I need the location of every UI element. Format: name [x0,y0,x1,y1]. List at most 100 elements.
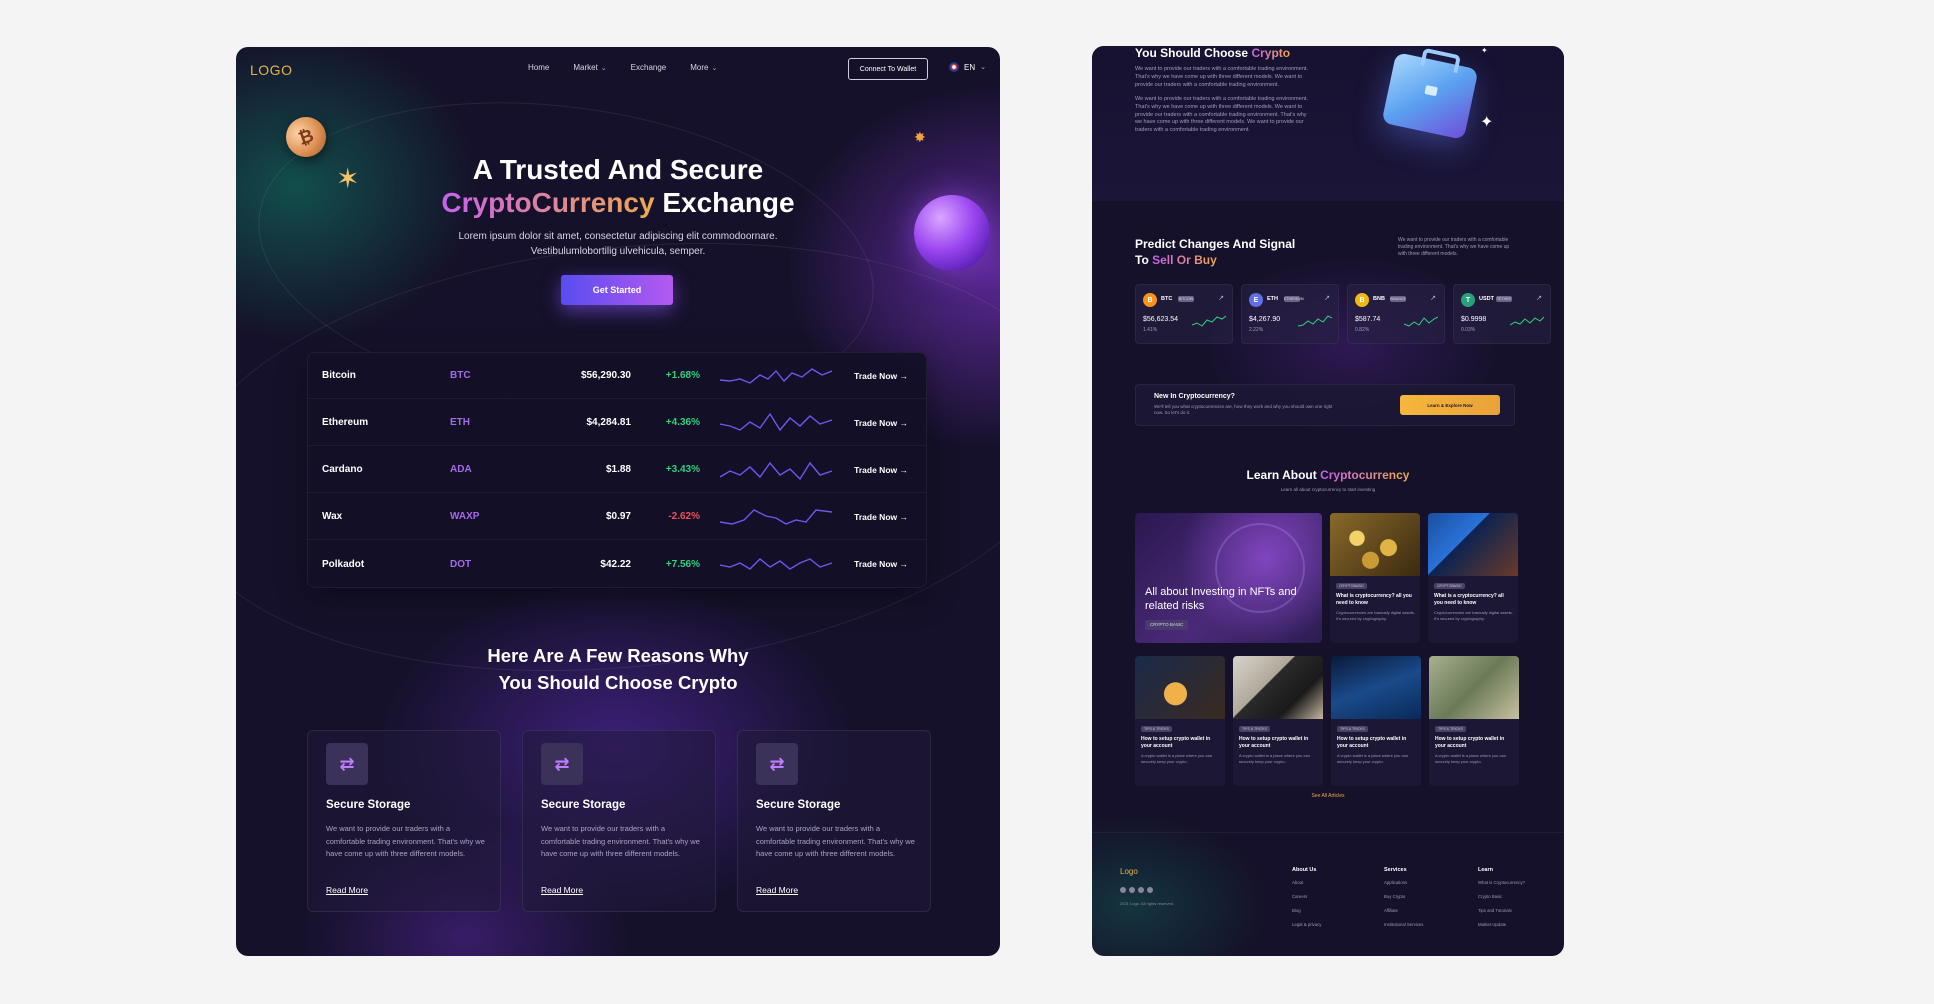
arrow-up-right-icon[interactable]: ↗ [1536,294,1542,302]
article-tag: TIPS & TRICKS [1239,726,1270,732]
instagram-icon[interactable] [1120,887,1126,893]
table-row[interactable]: Polkadot DOT $42.22 +7.56% Trade Now → [308,541,926,587]
footer-link[interactable]: Blog [1292,908,1321,913]
see-all-articles-link[interactable]: See All Articles [1092,793,1564,799]
trade-now-link[interactable]: Trade Now → [854,418,908,428]
footer-link[interactable]: What is Cryptocurrency? [1478,880,1525,885]
article-tag: CRYPTOBASIC [1336,583,1367,589]
article-desc: Cryptocurrencies are basically digital a… [1434,610,1513,621]
read-more-link[interactable]: Read More [541,885,583,895]
article-title: What is a cryptocurrency? all you need t… [1434,593,1504,606]
coin-badge: TETHER [1496,296,1512,302]
facebook-icon[interactable] [1129,887,1135,893]
arrow-up-right-icon[interactable]: ↗ [1430,294,1436,302]
read-more-link[interactable]: Read More [326,885,368,895]
language-selector[interactable]: EN ⌄ [949,62,986,72]
choose-title: You Should Choose Crypto [1135,46,1290,60]
coin-change: 0.03% [1461,327,1476,333]
nav-link-exchange[interactable]: Exchange [631,63,667,72]
coin-symbol: WAXP [450,511,480,522]
article-card[interactable]: TIPS & TRICKS How to setup crypto wallet… [1331,656,1421,786]
twitter-icon[interactable] [1138,887,1144,893]
footer-link[interactable]: About [1292,880,1321,885]
nav-link-more[interactable]: More ⌄ [690,63,717,72]
hero-subtitle: Lorem ipsum dolor sit amet, consectetur … [236,229,1000,259]
coin-change: 1.41% [1143,327,1158,333]
footer-link[interactable]: Affiliate [1384,908,1423,913]
footer-logo[interactable]: Logo [1120,867,1138,876]
btc-icon: B [1143,293,1157,307]
feature-card-title: Secure Storage [756,799,841,811]
article-card[interactable]: TIPS & TRICKS How to setup crypto wallet… [1135,656,1225,786]
coin-price: $4,267.90 [1249,316,1281,323]
connect-wallet-button[interactable]: Connect To Wallet [848,58,928,80]
article-desc: A crypto wallet is a place where you can… [1239,753,1310,764]
sparkle-icon: ✸ [914,129,926,145]
article-desc: A crypto wallet is a place where you can… [1435,753,1506,764]
article-card[interactable]: TIPS & TRICKS How to setup crypto wallet… [1429,656,1519,786]
coin-price-card[interactable]: B BTC BITCOIN ↗ $56,623.54 1.41% [1135,284,1233,344]
trade-now-link[interactable]: Trade Now → [854,559,908,569]
get-started-button[interactable]: Get Started [561,275,673,305]
top-nav: LOGO Home Market ⌄ Exchange More ⌄ Connect… [236,47,1000,93]
youtube-icon[interactable] [1147,887,1153,893]
arrow-up-right-icon[interactable]: ↗ [1324,294,1330,302]
table-row[interactable]: Ethereum ETH $4,284.81 +4.36% Trade Now … [308,400,926,446]
article-card[interactable]: CRYPTOBASIC What is a cryptocurrency? al… [1428,513,1518,643]
sparkline-chart [1404,316,1438,327]
table-row[interactable]: Bitcoin BTC $56,290.30 +1.68% Trade Now … [308,353,926,399]
coin-name: Wax [322,511,343,522]
article-title: All about Investing in NFTs and related … [1145,586,1297,612]
logo[interactable]: LOGO [250,62,292,78]
nav-link-market[interactable]: Market ⌄ [573,63,606,72]
footer-link[interactable]: Buy Crypto [1384,894,1423,899]
trade-now-link[interactable]: Trade Now → [854,371,908,381]
choose-title-text: You Should Choose [1135,46,1249,60]
featured-article-card[interactable]: All about Investing in NFTs and related … [1135,513,1322,643]
arrow-up-right-icon[interactable]: ↗ [1218,294,1224,302]
feature-card: ⇄ Secure Storage We want to provide our … [522,730,716,912]
trade-now-link[interactable]: Trade Now → [854,512,908,522]
coin-symbol: BTC [450,370,471,381]
footer-link[interactable]: Legal & privacy [1292,922,1321,927]
trade-now-link[interactable]: Trade Now → [854,465,908,475]
coin-price-card[interactable]: E ETH ETHEREUM ↗ $4,267.90 2.22% [1241,284,1339,344]
footer-link[interactable]: Market Update [1478,922,1525,927]
coin-change: -2.62% [668,511,700,522]
learn-title-text: Learn About [1246,468,1317,482]
table-row[interactable]: Cardano ADA $1.88 +3.43% Trade Now → [308,447,926,493]
footer-link[interactable]: Institutional Services [1384,922,1423,927]
coin-name: Bitcoin [322,370,356,381]
usdt-icon: T [1461,293,1475,307]
nav-links: Home Market ⌄ Exchange More ⌄ [528,63,717,72]
article-desc: A crypto wallet is a place where you can… [1337,753,1408,764]
market-ticker-table: Bitcoin BTC $56,290.30 +1.68% Trade Now … [307,352,927,588]
footer-link[interactable]: Careers [1292,894,1321,899]
feature-card: ⇄ Secure Storage We want to provide our … [737,730,931,912]
bitcoin-image [1135,656,1225,719]
article-title: How to setup crypto wallet in your accou… [1337,736,1407,749]
learn-explore-button[interactable]: Learn & Explore Now [1400,395,1500,415]
hero-subtitle-line2: Vestibulumlobortilig ulvehicula, semper. [530,246,706,257]
article-card[interactable]: TIPS & TRICKS How to setup crypto wallet… [1233,656,1323,786]
read-more-link[interactable]: Read More [756,885,798,895]
table-row[interactable]: Wax WAXP $0.97 -2.62% Trade Now → [308,494,926,540]
coin-price-card[interactable]: B BNB BINANCE ↗ $587.74 0.82% [1347,284,1445,344]
coin-price-card[interactable]: T USDT TETHER ↗ $0.9998 0.03% [1453,284,1551,344]
feature-card-desc: We want to provide our traders with a co… [326,824,485,858]
sparkline-chart [720,558,832,570]
coin-change: 2.22% [1249,327,1264,333]
article-card[interactable]: CRYPTOBASIC What is cryptocurrency? all … [1330,513,1420,643]
footer-link[interactable]: Tips and Tutorials [1478,908,1525,913]
uk-flag-icon [949,62,959,72]
footer-link[interactable]: Crypto Basic [1478,894,1525,899]
swap-arrows-icon: ⇄ [541,743,583,785]
coin-name: Ethereum [322,417,369,428]
footer-link[interactable]: Applications [1384,880,1423,885]
nav-link-label: More [690,63,709,72]
coin-symbol: BTC [1161,296,1173,302]
hero-subtitle-line1: Lorem ipsum dolor sit amet, consectetur … [458,231,778,242]
coin-name: Cardano [322,464,363,475]
footer-heading: Services [1384,867,1407,873]
nav-link-home[interactable]: Home [528,63,549,72]
